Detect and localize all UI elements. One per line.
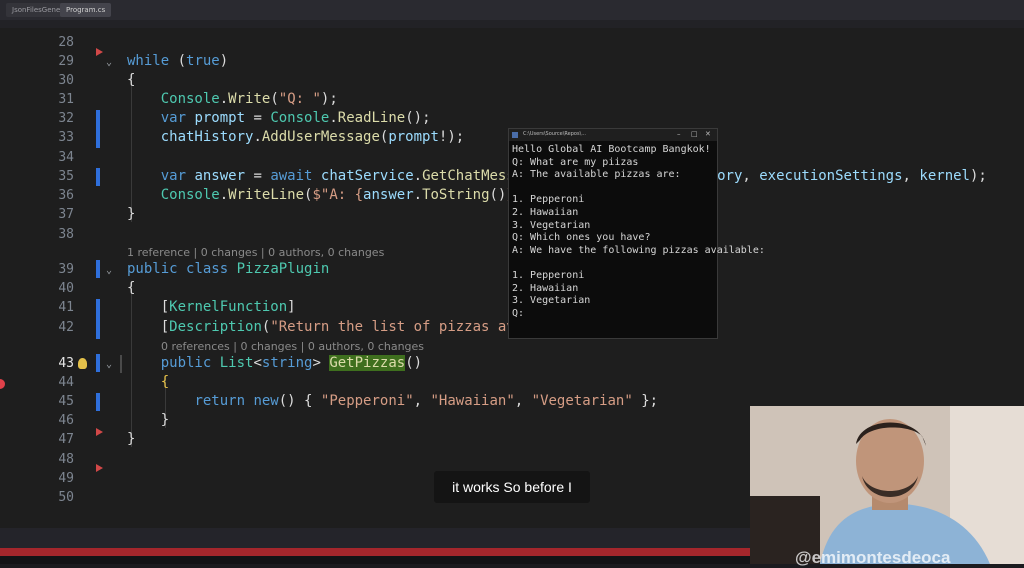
line-number: 31	[58, 92, 74, 107]
console-title-bar[interactable]: C:\Users\Source\Repos\... – □ ✕	[509, 129, 717, 141]
code-line: return new() { "Pepperoni", "Hawaiian", …	[194, 393, 659, 409]
console-output: Hello Global AI Bootcamp Bangkok! Q: What…	[512, 144, 765, 320]
line-number: 36	[58, 188, 74, 203]
collapse-chevron-icon[interactable]: ⌄	[106, 359, 112, 370]
close-icon[interactable]: ✕	[705, 130, 711, 138]
code-line: public class PizzaPlugin	[127, 261, 330, 277]
code-line: public List<string> GetPizzas()	[160, 355, 423, 371]
video-subtitle: it works So before I	[434, 471, 590, 503]
code-line: }	[127, 206, 136, 222]
line-number: 46	[58, 413, 74, 428]
line-number: 41	[58, 300, 74, 315]
line-number: 30	[58, 73, 74, 88]
breakpoint-arrow-icon[interactable]	[96, 464, 103, 472]
line-number: 42	[58, 320, 74, 335]
console-line: A: The available pizzas are:	[512, 169, 681, 181]
console-line: Q: Which ones you have?	[512, 232, 651, 244]
line-number: 28	[58, 35, 74, 50]
line-number: 33	[58, 130, 74, 145]
console-line: Q:	[512, 307, 525, 319]
console-line: 1. Pepperoni	[512, 269, 585, 281]
console-line: 3. Vegetarian	[512, 295, 591, 307]
change-marker	[96, 260, 100, 278]
tab-program-cs[interactable]: Program.cs	[60, 3, 112, 17]
line-number: 45	[58, 394, 74, 409]
line-number: 35	[58, 169, 74, 184]
debug-status-bar	[0, 548, 750, 556]
code-line: Console.Write("Q: ");	[160, 91, 338, 107]
console-title: C:\Users\Source\Repos\...	[523, 131, 587, 137]
code-line: var prompt = Console.ReadLine();	[160, 110, 431, 126]
console-line: Hello Global AI Bootcamp Bangkok!	[512, 144, 711, 155]
navigation-bar	[0, 20, 1024, 28]
breakpoint-arrow-icon[interactable]	[96, 428, 103, 436]
code-line: }	[127, 431, 136, 447]
line-number: 48	[58, 452, 74, 467]
code-line: chatHistory.AddUserMessage(prompt!);	[160, 129, 465, 145]
code-line: Console.WriteLine($"A: {answer.ToString(…	[160, 187, 540, 203]
terminal-icon	[512, 132, 518, 138]
change-marker	[96, 110, 100, 148]
editor-gutter: 28 29 30 31 32 33 34 35 36 37 38 39 40 4…	[0, 28, 122, 536]
console-window[interactable]: C:\Users\Source\Repos\... – □ ✕ Hello Gl…	[508, 128, 765, 339]
console-line: Q: What are my piizas	[512, 156, 639, 168]
code-line: {	[160, 374, 170, 390]
presenter-image	[750, 406, 1024, 564]
minimize-icon[interactable]: –	[677, 130, 681, 138]
line-number: 32	[58, 111, 74, 126]
console-line: 3. Vegetarian	[512, 219, 591, 231]
console-line: 2. Hawaiian	[512, 206, 579, 218]
code-lens[interactable]: 0 references | 0 changes | 0 authors, 0 …	[161, 340, 424, 353]
code-line: while (true)	[127, 53, 229, 69]
line-number: 39	[58, 262, 74, 277]
code-line: }	[127, 412, 170, 428]
change-marker	[96, 299, 100, 339]
line-number: 29	[58, 54, 74, 69]
presenter-handle: @emimontesdeoca	[795, 548, 951, 567]
code-lens[interactable]: 1 reference | 0 changes | 0 authors, 0 c…	[127, 246, 384, 259]
line-number: 38	[58, 227, 74, 242]
lightbulb-icon[interactable]	[78, 358, 87, 369]
taskbar	[0, 556, 750, 564]
breakpoint-arrow-icon[interactable]	[96, 48, 103, 56]
editor-tab-bar: JsonFilesGenerat... Program.cs	[0, 0, 1024, 20]
current-line-highlight	[120, 355, 122, 373]
breakpoint-icon[interactable]	[0, 379, 5, 389]
line-number: 37	[58, 207, 74, 222]
console-line: 2. Hawaiian	[512, 282, 579, 294]
console-line: 1. Pepperoni	[512, 194, 585, 206]
line-number: 47	[58, 432, 74, 447]
line-number: 49	[58, 471, 74, 486]
console-line: A: We have the following pizzas availabl…	[512, 244, 765, 256]
code-line: [KernelFunction]	[127, 299, 296, 315]
collapse-chevron-icon[interactable]: ⌄	[106, 265, 112, 276]
line-number: 40	[58, 281, 74, 296]
collapse-chevron-icon[interactable]: ⌄	[106, 57, 112, 68]
code-line: {	[127, 72, 136, 88]
line-number: 43	[58, 356, 74, 371]
webcam-overlay	[750, 406, 1024, 564]
maximize-icon[interactable]: □	[691, 130, 698, 138]
line-number: 44	[58, 375, 74, 390]
change-marker	[96, 168, 100, 186]
change-marker	[96, 393, 100, 411]
line-number: 50	[58, 490, 74, 505]
change-marker	[96, 354, 100, 372]
line-number: 34	[58, 150, 74, 165]
status-bar	[0, 528, 750, 548]
code-line: {	[127, 280, 136, 296]
